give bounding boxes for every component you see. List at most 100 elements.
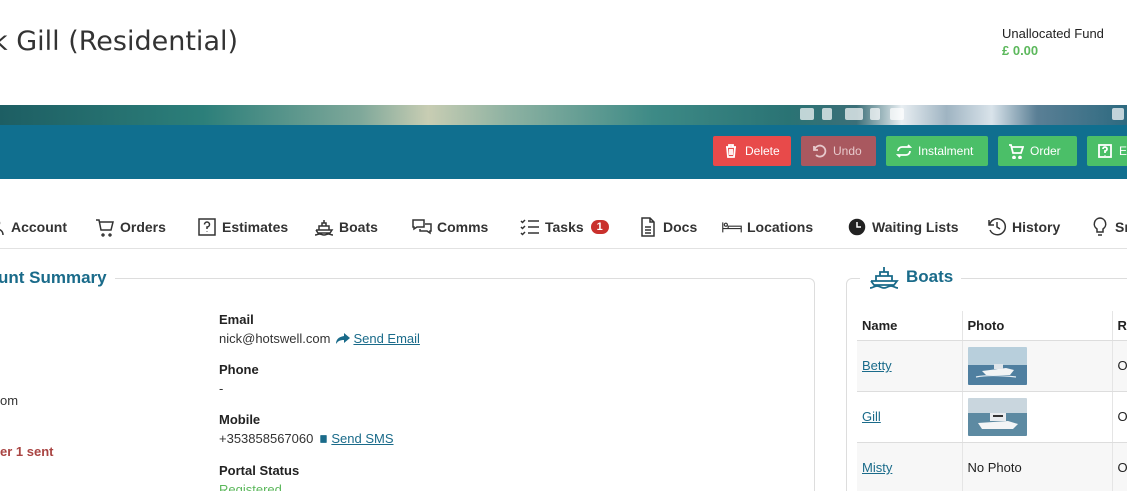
estimate-button[interactable]: E (1087, 136, 1127, 166)
document-icon (641, 217, 655, 237)
page: k Gill (Residential) Unallocated Fund £ … (0, 0, 1127, 491)
repeat-icon (896, 144, 912, 158)
chat-icon (412, 219, 432, 235)
boat-icon (314, 220, 334, 236)
instalment-button[interactable]: Instalment (886, 136, 988, 166)
table-row: Misty No Photo O (857, 442, 1127, 491)
column-header-r[interactable]: R (1112, 311, 1127, 341)
tab-orders[interactable]: Orders (95, 217, 166, 237)
tab-account[interactable]: Account (0, 217, 67, 237)
boats-heading: Boats (860, 264, 962, 290)
table-header-row: Name Photo R (857, 311, 1127, 341)
order-button[interactable]: Order (998, 136, 1077, 166)
tab-label: Estimates (222, 219, 289, 235)
undo-icon (813, 144, 827, 158)
boat-photo[interactable] (967, 397, 1027, 436)
lightbulb-icon (1093, 217, 1107, 236)
reminder-status: er 1 sent (0, 444, 54, 459)
boat-r-value: O (1112, 340, 1127, 392)
mobile-label: Mobile (219, 412, 261, 427)
send-email-link[interactable]: Send Email (336, 331, 420, 346)
undo-label: Undo (833, 144, 862, 158)
boat-r-value: O (1112, 442, 1127, 491)
phone-value: - (219, 381, 224, 396)
email-value: nick@hotswell.com (219, 331, 331, 346)
order-label: Order (1030, 144, 1061, 158)
send-sms-link[interactable]: Send SMS (319, 431, 394, 446)
user-icon (0, 221, 4, 236)
tab-label: Boats (339, 219, 378, 235)
tab-label: Account (11, 219, 67, 235)
column-header-name[interactable]: Name (857, 311, 963, 341)
tab-boats[interactable]: Boats (314, 217, 378, 237)
tab-label: Orders (120, 219, 166, 235)
funds-label: Unallocated Fund (1002, 26, 1104, 41)
boat-link[interactable]: Gill (862, 409, 881, 424)
truncated-value: om (0, 393, 19, 408)
tasks-count-badge: 1 (590, 220, 609, 234)
delete-label: Delete (745, 144, 780, 158)
estimate-label: E (1119, 144, 1127, 158)
boat-photo-cell (962, 340, 1113, 392)
tab-label: Locations (747, 219, 814, 235)
tab-label: Waiting Lists (872, 219, 959, 235)
instalment-label: Instalment (918, 144, 974, 158)
account-summary-title: unt Summary (0, 268, 107, 287)
column-header-photo[interactable]: Photo (962, 311, 1113, 341)
tab-waiting-lists[interactable]: Waiting Lists (847, 217, 959, 237)
boat-photo[interactable] (967, 346, 1027, 385)
tab-sm[interactable]: Sm (1090, 217, 1127, 237)
email-row: nick@hotswell.com Send Email (219, 331, 420, 346)
bed-icon (722, 222, 742, 233)
mobile-phone-icon (320, 434, 328, 443)
mobile-row: +353858567060 Send SMS (219, 431, 394, 446)
boats-table: Name Photo R Betty O Gill O Misty No Pho… (857, 311, 1127, 491)
boat-photo-cell (962, 391, 1113, 443)
unallocated-funds: Unallocated Fund £ 0.00 (1002, 26, 1104, 58)
tab-label: History (1012, 219, 1061, 235)
boat-photo-cell: No Photo (962, 442, 1113, 491)
boat-link[interactable]: Betty (862, 358, 892, 373)
marina-banner (0, 105, 1127, 125)
tab-tasks[interactable]: Tasks 1 (520, 217, 609, 237)
delete-button[interactable]: Delete (713, 136, 791, 166)
portal-status-label: Portal Status (219, 463, 300, 478)
action-toolbar: Delete Undo Instalment Order E (0, 125, 1127, 179)
tab-label: Docs (663, 219, 698, 235)
send-sms-label: Send SMS (331, 431, 394, 446)
mobile-value: +353858567060 (219, 431, 314, 446)
account-summary-panel (0, 278, 815, 491)
tab-bar: Account Orders Estimates Boats Comms Tas… (0, 179, 1127, 249)
undo-button[interactable]: Undo (801, 136, 876, 166)
page-title: k Gill (Residential) (0, 26, 239, 57)
trash-icon (726, 144, 736, 158)
clock-icon (847, 217, 867, 237)
account-summary-heading: unt Summary (0, 268, 115, 288)
share-arrow-icon (336, 332, 351, 344)
tab-label: Sm (1115, 219, 1127, 235)
table-row: Betty O (857, 340, 1127, 392)
tab-locations[interactable]: Locations (722, 217, 813, 237)
boats-title: Boats (906, 267, 954, 286)
question-square-icon (1098, 144, 1112, 158)
tab-history[interactable]: History (987, 217, 1060, 237)
history-icon (988, 218, 1007, 236)
tab-comms[interactable]: Comms (412, 217, 488, 237)
send-email-label: Send Email (353, 331, 420, 346)
checklist-icon (520, 219, 539, 236)
tab-label: Comms (437, 219, 489, 235)
tab-estimates[interactable]: Estimates (197, 217, 288, 237)
phone-label: Phone (219, 362, 259, 377)
boat-link[interactable]: Misty (862, 460, 892, 475)
tab-docs[interactable]: Docs (638, 217, 697, 237)
question-square-icon (198, 218, 216, 236)
tab-label: Tasks (545, 219, 584, 235)
portal-status-value: Registered (219, 482, 282, 491)
boat-icon (869, 267, 899, 289)
cart-icon (96, 219, 114, 237)
boat-r-value: O (1112, 391, 1127, 443)
email-label: Email (219, 312, 254, 327)
funds-value: £ 0.00 (1002, 43, 1039, 58)
cart-icon (1009, 144, 1024, 159)
table-row: Gill O (857, 391, 1127, 443)
